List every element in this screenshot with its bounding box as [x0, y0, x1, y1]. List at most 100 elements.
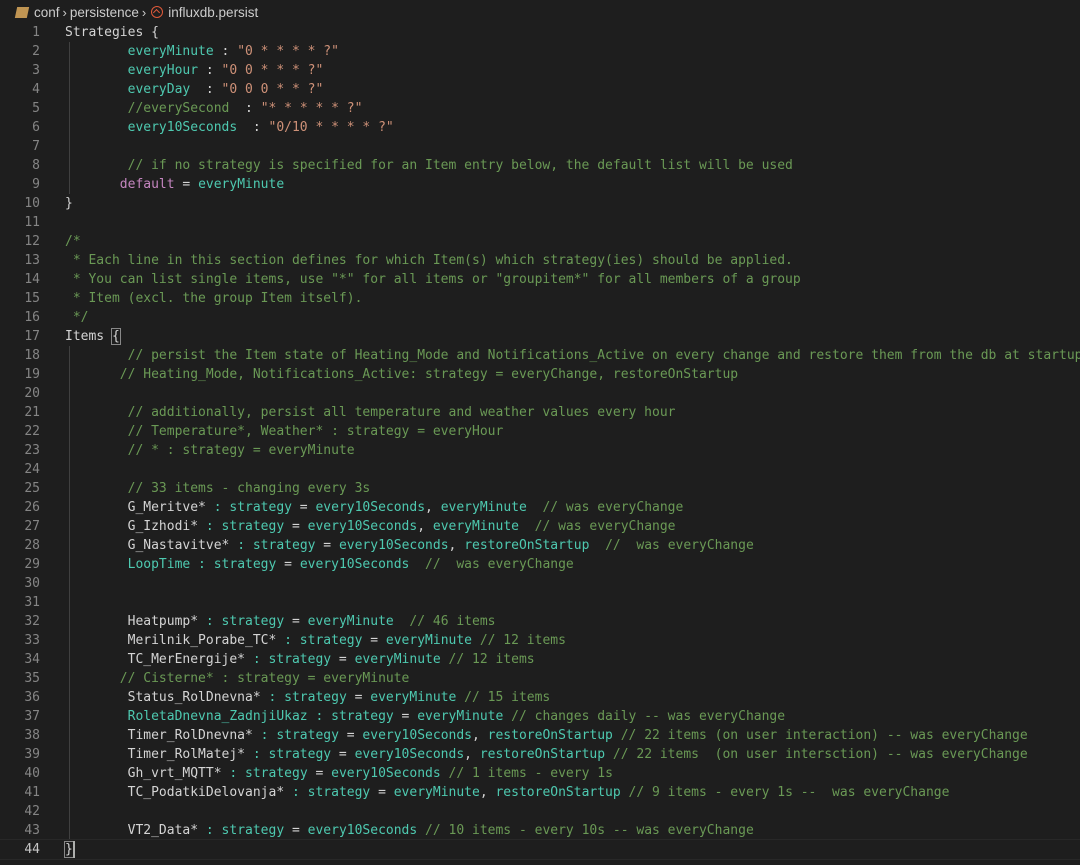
- code-line[interactable]: 14 * You can list single items, use "*" …: [0, 270, 1080, 289]
- code-editor[interactable]: 1 Strategies {2 everyMinute : "0 * * * * …: [0, 23, 1080, 860]
- code-line[interactable]: 27 G_Izhodi* : strategy = every10Seconds…: [0, 517, 1080, 536]
- code-line[interactable]: 30: [0, 574, 1080, 593]
- line-number: 13: [24, 253, 40, 268]
- code-token: everyMinute: [432, 519, 519, 534]
- code-string: "0 0 0 * * ?": [221, 82, 324, 97]
- code-token: RoletaDnevna_ZadnjiUkaz: [65, 709, 308, 724]
- code-line[interactable]: 6 every10Seconds : "0/10 * * * * ?": [0, 118, 1080, 137]
- code-token: every10Seconds: [354, 747, 465, 762]
- line-number: 22: [24, 424, 40, 439]
- code-token: : strategy: [229, 538, 316, 553]
- breadcrumb-file[interactable]: influxdb.persist: [168, 5, 258, 20]
- openhab-file-icon: [151, 6, 164, 18]
- code-line[interactable]: 16 */: [0, 308, 1080, 327]
- code-token: Timer_RolDnevna*: [65, 728, 253, 743]
- code-token: restoreOnStartup: [495, 785, 621, 800]
- code-comment: // Temperature*, Weather* : strategy = e…: [65, 424, 504, 439]
- code-line[interactable]: 44}: [0, 839, 1080, 860]
- code-line[interactable]: 33 Merilnik_Porabe_TC* : strategy = ever…: [0, 631, 1080, 650]
- line-number: 19: [24, 367, 40, 382]
- code-line[interactable]: 36 Status_RolDnevna* : strategy = everyM…: [0, 688, 1080, 707]
- code-string: "0 0 * * * ?": [221, 63, 324, 78]
- code-content: LoopTime : strategy = every10Seconds // …: [65, 555, 574, 574]
- code-line[interactable]: 31: [0, 593, 1080, 612]
- code-line[interactable]: 24: [0, 460, 1080, 479]
- code-token: =: [284, 614, 308, 629]
- code-token: every10Seconds: [331, 766, 441, 781]
- code-line[interactable]: 18 // persist the Item state of Heating_…: [0, 346, 1080, 365]
- code-line[interactable]: 40 Gh_vrt_MQTT* : strategy = every10Seco…: [0, 764, 1080, 783]
- code-comment: // was everyChange: [409, 557, 574, 572]
- code-line[interactable]: 25 // 33 items - changing every 3s: [0, 479, 1080, 498]
- code-token: everyMinute: [417, 709, 504, 724]
- code-line[interactable]: 1 Strategies {: [0, 23, 1080, 42]
- line-number: 33: [24, 633, 40, 648]
- code-line[interactable]: 41 TC_PodatkiDelovanja* : strategy = eve…: [0, 783, 1080, 802]
- code-line[interactable]: 28 G_Nastavitve* : strategy = every10Sec…: [0, 536, 1080, 555]
- code-line[interactable]: 22 // Temperature*, Weather* : strategy …: [0, 422, 1080, 441]
- code-token: Timer_RolMatej*: [65, 747, 246, 762]
- code-content: // 33 items - changing every 3s: [65, 479, 371, 498]
- code-line[interactable]: 10}: [0, 194, 1080, 213]
- code-token: :: [229, 101, 261, 116]
- code-line[interactable]: 11: [0, 213, 1080, 232]
- code-line[interactable]: 5 //everySecond : "* * * * * ?": [0, 99, 1080, 118]
- code-token: Items: [65, 329, 112, 344]
- code-line[interactable]: 32 Heatpump* : strategy = everyMinute //…: [0, 612, 1080, 631]
- code-line[interactable]: 38 Timer_RolDnevna* : strategy = every10…: [0, 726, 1080, 745]
- code-line[interactable]: 42: [0, 802, 1080, 821]
- code-string: "* * * * * ?": [260, 101, 363, 116]
- code-line[interactable]: 13 * Each line in this section defines f…: [0, 251, 1080, 270]
- code-line[interactable]: 7: [0, 137, 1080, 156]
- code-token: Gh_vrt_MQTT*: [65, 766, 222, 781]
- code-token: =: [307, 766, 332, 781]
- code-comment: // 9 items - every 1s -- was everyChange: [620, 785, 950, 800]
- code-line[interactable]: 9 default = everyMinute: [0, 175, 1080, 194]
- code-line[interactable]: 20: [0, 384, 1080, 403]
- code-comment: * Each line in this section defines for …: [65, 253, 793, 268]
- code-line[interactable]: 4 everyDay : "0 0 0 * * ?": [0, 80, 1080, 99]
- code-token: ,: [464, 747, 480, 762]
- code-line[interactable]: 43 VT2_Data* : strategy = every10Seconds…: [0, 821, 1080, 840]
- code-line[interactable]: 37 RoletaDnevna_ZadnjiUkaz : strategy = …: [0, 707, 1080, 726]
- code-comment: // Cisterne* : strategy = everyMinute: [65, 671, 410, 686]
- code-comment: * Item (excl. the group Item itself).: [65, 291, 363, 306]
- code-content: }: [65, 194, 73, 213]
- line-number: 7: [32, 139, 40, 154]
- code-line[interactable]: 8 // if no strategy is specified for an …: [0, 156, 1080, 175]
- line-number: 2: [32, 44, 40, 59]
- code-line[interactable]: 29 LoopTime : strategy = every10Seconds …: [0, 555, 1080, 574]
- code-line[interactable]: 34 TC_MerEnergije* : strategy = everyMin…: [0, 650, 1080, 669]
- line-number: 40: [24, 766, 40, 781]
- line-number: 8: [32, 158, 40, 173]
- code-line[interactable]: 15 * Item (excl. the group Item itself).: [0, 289, 1080, 308]
- breadcrumb-persistence[interactable]: persistence: [70, 5, 139, 20]
- code-line[interactable]: 23 // * : strategy = everyMinute: [0, 441, 1080, 460]
- code-token: default: [65, 177, 175, 192]
- code-token: TC_MerEnergije*: [65, 652, 246, 667]
- code-content: * Item (excl. the group Item itself).: [65, 289, 363, 308]
- code-token: Heatpump*: [65, 614, 199, 629]
- chevron-right-icon: ›: [62, 4, 67, 20]
- code-token: : strategy: [198, 519, 285, 534]
- code-line[interactable]: 17 Items {: [0, 327, 1080, 346]
- code-line[interactable]: 19 // Heating_Mode, Notifications_Active…: [0, 365, 1080, 384]
- code-token: everyMinute: [198, 177, 285, 192]
- code-token: restoreOnStartup: [479, 747, 606, 762]
- code-line[interactable]: 12 /*: [0, 232, 1080, 251]
- breadcrumb-conf[interactable]: conf: [34, 5, 60, 20]
- code-line[interactable]: 35 // Cisterne* : strategy = everyMinute: [0, 669, 1080, 688]
- code-comment: // 10 items - every 10s -- was everyChan…: [417, 823, 754, 838]
- code-line[interactable]: 26 G_Meritve* : strategy = every10Second…: [0, 498, 1080, 517]
- line-number: 11: [24, 215, 40, 230]
- code-line[interactable]: 39 Timer_RolMatej* : strategy = every10S…: [0, 745, 1080, 764]
- code-token: :: [237, 120, 269, 135]
- line-number: 5: [32, 101, 40, 116]
- code-line[interactable]: 3 everyHour : "0 0 * * * ?": [0, 61, 1080, 80]
- code-token: restoreOnStartup: [487, 728, 613, 743]
- folder-icon: [14, 6, 30, 18]
- code-string: "0/10 * * * * ?": [268, 120, 394, 135]
- code-line[interactable]: 21 // additionally, persist all temperat…: [0, 403, 1080, 422]
- code-line[interactable]: 2 everyMinute : "0 * * * * ?": [0, 42, 1080, 61]
- code-token: everyMinute: [307, 614, 394, 629]
